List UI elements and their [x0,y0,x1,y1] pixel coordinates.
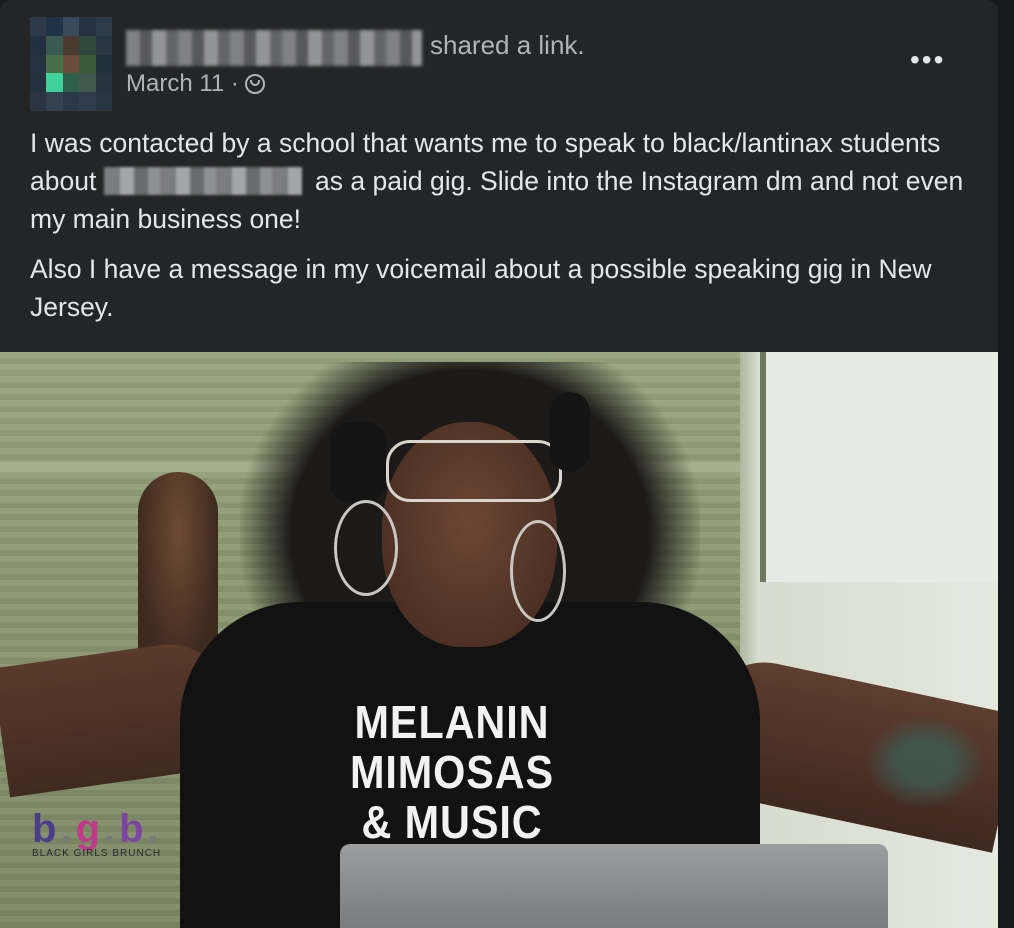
logo-tagline: BLACK GIRLS BRUNCH [32,848,162,859]
shirt-print: MELANIN MIMOSAS & MUSIC [317,697,587,847]
globe-icon[interactable] [244,74,265,94]
glasses [386,440,562,502]
redacted-topic [103,167,302,195]
logo-letter-b2: b [119,807,148,851]
headphone-left [330,422,386,502]
author-name-redacted[interactable] [126,30,422,66]
post-date[interactable]: March 11 · [126,70,239,98]
post-paragraph-1: I was contacted by a school that wants m… [30,124,975,238]
share-action-text: shared a link. [430,30,585,60]
author-avatar[interactable] [30,17,112,111]
background-statue [138,472,218,672]
more-options-icon[interactable]: ••• [910,44,945,76]
shirt-line-3: & MUSIC [361,796,543,848]
post-paragraph-2: Also I have a message in my voicemail ab… [30,254,932,322]
logo-letter-g: g [75,807,104,851]
post-text: I was contacted by a school that wants m… [30,124,975,338]
hoop-earring-left [334,500,398,596]
headphone-right [550,392,590,472]
background-window [760,352,998,582]
arm-tattoo [860,712,990,812]
link-preview-image[interactable]: MELANIN MIMOSAS & MUSIC b.g.b. BLACK GIR… [0,352,998,928]
shirt-line-2: MIMOSAS [349,746,555,798]
post-card: shared a link. March 11 · ••• I was cont… [0,0,998,928]
shirt-line-1: MELANIN [354,696,550,748]
bgb-logo: b.g.b. BLACK GIRLS BRUNCH [32,807,163,859]
laptop [340,844,888,928]
logo-letter-b1: b [32,807,61,851]
post-meta: March 11 · [126,70,265,98]
hoop-earring-right [510,520,566,622]
